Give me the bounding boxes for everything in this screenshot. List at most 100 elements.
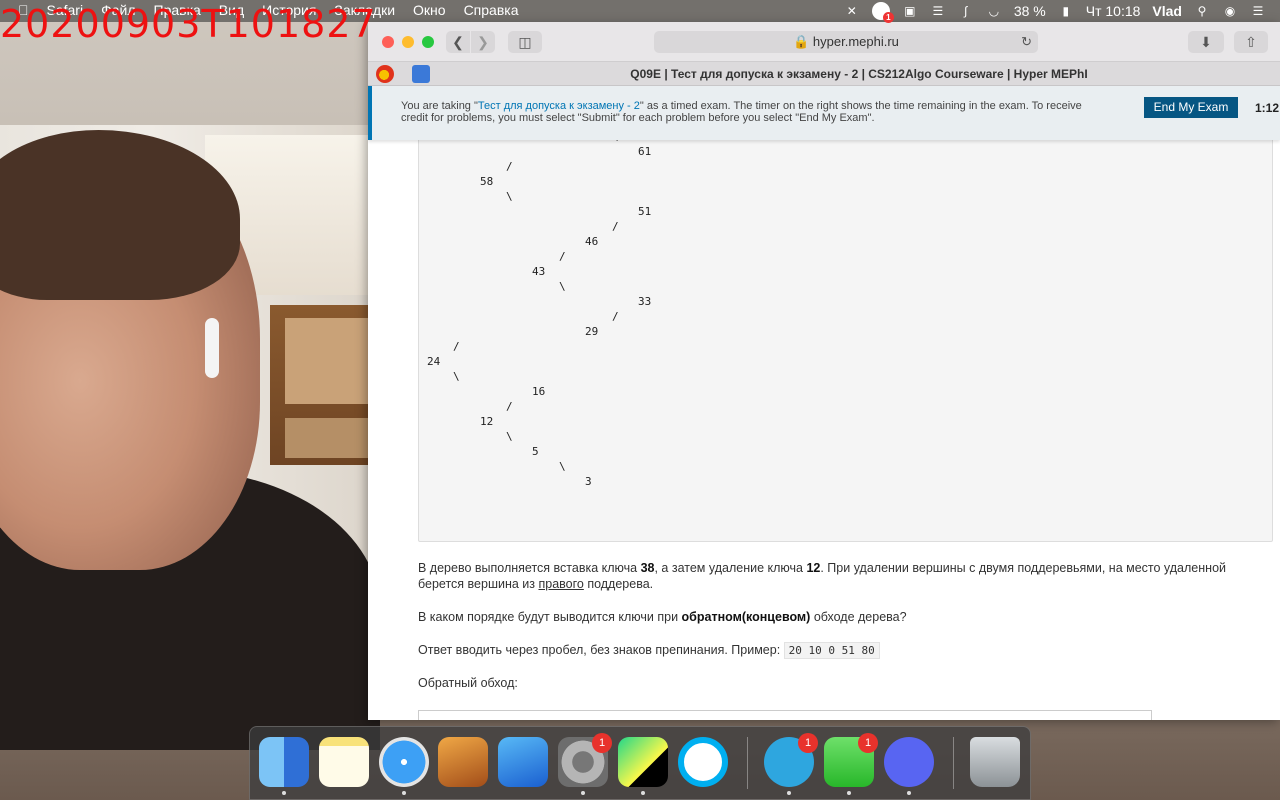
system-preferences-icon[interactable]: 1 — [558, 733, 612, 795]
share-button[interactable]: ⇧ — [1234, 31, 1268, 53]
shelf-compartment — [285, 318, 370, 404]
answer-input[interactable] — [418, 710, 1152, 720]
running-indicator — [581, 791, 585, 795]
question-text: обходе дерева? — [810, 610, 907, 624]
skype-icon[interactable] — [678, 737, 728, 787]
tree-code-block: 68 \ 61 / 58 \ 51 / 46 / 43 \ 33 / 29 / … — [418, 140, 1273, 542]
tree-text: 43 — [532, 265, 546, 278]
window-fullscreen-button[interactable] — [422, 36, 434, 48]
notification-badge: 1 — [798, 733, 818, 753]
back-button[interactable]: ❮ — [446, 31, 470, 53]
active-tab-title[interactable]: Q09E | Тест для допуска к экзамену - 2 |… — [438, 62, 1280, 86]
recording-timestamp: 20200903T101827 — [0, 2, 377, 46]
telegram-icon[interactable]: 1 — [764, 733, 818, 795]
question-text: поддерева. — [583, 577, 654, 591]
running-indicator — [641, 791, 645, 795]
problem-content: 68 \ 61 / 58 \ 51 / 46 / 43 \ 33 / 29 / … — [368, 140, 1280, 720]
notes-icon[interactable] — [319, 737, 369, 787]
pinned-tab-favicon[interactable] — [412, 65, 430, 83]
running-indicator — [907, 791, 911, 795]
chevron-right-icon: ❯ — [477, 34, 489, 50]
question-text: В дерево выполняется вставка ключа — [418, 561, 641, 575]
address-bar[interactable]: 🔒 hyper.mephi.ru ↻ — [654, 31, 1038, 53]
end-exam-button[interactable]: End My Exam — [1144, 97, 1238, 118]
tree-text: \ — [612, 140, 619, 143]
window-minimize-button[interactable] — [402, 36, 414, 48]
reload-icon[interactable]: ↻ — [1021, 31, 1032, 53]
dock-separator — [953, 737, 954, 789]
lock-icon: 🔒 — [793, 34, 810, 49]
tree-text: 33 — [638, 295, 652, 308]
dock-separator — [747, 737, 748, 789]
downloads-button[interactable]: ⬇ — [1188, 31, 1224, 53]
question-paragraph-1: В дерево выполняется вставка ключа 38, а… — [418, 560, 1258, 592]
facetime-icon[interactable]: 1 — [824, 733, 878, 795]
notification-badge: 1 — [592, 733, 612, 753]
question-paragraph-3: Ответ вводить через пробел, без знаков п… — [418, 642, 1258, 659]
pinned-tab-favicon[interactable] — [376, 65, 394, 83]
traversal-type: обратном(концевом) — [681, 610, 811, 624]
running-indicator — [847, 791, 851, 795]
tree-text: \ — [506, 190, 513, 203]
window-close-button[interactable] — [382, 36, 394, 48]
running-indicator — [282, 791, 286, 795]
answer-example: 20 10 0 51 80 — [783, 642, 880, 659]
trash-icon[interactable] — [970, 737, 1020, 787]
safari-icon[interactable] — [379, 737, 429, 795]
answer-label: Обратный обход: — [418, 676, 518, 690]
running-indicator — [787, 791, 791, 795]
tree-text: 29 — [585, 325, 599, 338]
insert-key: 38 — [640, 561, 655, 575]
tree-text: \ — [559, 460, 566, 473]
menubar-user[interactable]: Vlad — [1152, 3, 1182, 19]
banner-text-pre: You are taking " — [401, 100, 478, 112]
forward-button[interactable]: ❯ — [471, 31, 495, 53]
finder-icon[interactable] — [259, 737, 309, 795]
tree-text: \ — [453, 370, 460, 383]
exam-link[interactable]: Тест для допуска к экзамену - 2 — [478, 100, 640, 112]
sidebar-toggle-button[interactable]: ◫ — [508, 31, 542, 53]
flag-us-icon[interactable]: ☰ — [930, 4, 946, 18]
xcode-icon[interactable] — [498, 737, 548, 787]
notification-app-icon[interactable]: 1 — [871, 2, 894, 23]
macos-dock: 1 1 1 — [249, 726, 1031, 800]
tree-text: / — [612, 310, 619, 323]
siri-icon[interactable]: ◉ — [1222, 4, 1238, 18]
timed-exam-banner: You are taking "Тест для допуска к экзам… — [368, 86, 1280, 140]
wifi-icon[interactable]: ◡ — [986, 4, 1002, 18]
garageband-icon[interactable] — [438, 737, 488, 787]
tree-text: / — [506, 400, 513, 413]
spotlight-search-icon[interactable]: ⚲ — [1194, 4, 1210, 18]
share-icon: ⇧ — [1245, 34, 1257, 50]
question-paragraph-2: В каком порядке будут выводится ключи пр… — [418, 609, 1258, 625]
delete-key: 12 — [806, 561, 821, 575]
mute-icon[interactable]: ✕ — [844, 4, 860, 18]
tree-text: 51 — [638, 205, 652, 218]
exam-timer: 1:12: — [1255, 101, 1280, 115]
safari-toolbar: ❮ ❯ ◫ 🔒 hyper.mephi.ru ↻ ⬇ ⇧ — [368, 22, 1280, 62]
notification-badge: 1 — [858, 733, 878, 753]
question-text: Ответ вводить через пробел, без знаков п… — [418, 643, 784, 657]
right-subtree-word: правого — [538, 577, 584, 591]
tree-text: 12 — [480, 415, 494, 428]
tree-text: 5 — [532, 445, 539, 458]
menu-help[interactable]: Справка — [464, 2, 519, 18]
banner-message: You are taking "Тест для допуска к экзам… — [401, 100, 1101, 124]
sidebar-icon: ◫ — [518, 34, 532, 50]
tree-text: 61 — [638, 145, 652, 158]
earbud — [205, 318, 219, 378]
bluetooth-icon[interactable]: ∫ — [958, 4, 974, 18]
battery-percent[interactable]: 38 % — [1014, 3, 1046, 19]
message-icon[interactable]: ▣ — [902, 4, 918, 18]
discord-icon[interactable] — [884, 737, 934, 795]
menu-window[interactable]: Окно — [413, 2, 446, 18]
tree-text: \ — [559, 280, 566, 293]
download-icon: ⬇ — [1200, 34, 1212, 50]
menubar-clock[interactable]: Чт 10:18 — [1086, 3, 1141, 19]
tree-text: \ — [506, 430, 513, 443]
notification-center-icon[interactable]: ☰ — [1250, 4, 1266, 18]
question-text: , а затем удаление ключа — [654, 561, 807, 575]
chevron-left-icon: ❮ — [452, 34, 464, 50]
battery-icon[interactable]: ▮ — [1058, 4, 1074, 18]
pycharm-icon[interactable] — [618, 737, 668, 795]
